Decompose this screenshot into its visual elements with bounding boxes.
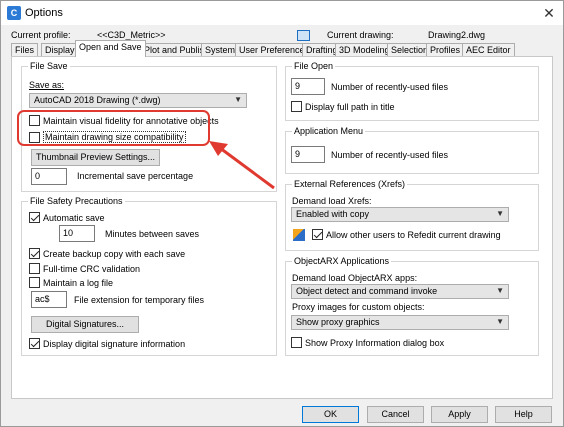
xrefs-legend: External References (Xrefs) — [294, 179, 406, 189]
current-profile-value: <<C3D_Metric>> — [97, 30, 166, 40]
ok-button[interactable]: OK — [302, 406, 359, 423]
proxy-images-dropdown[interactable]: Show proxy graphics ▼ — [291, 315, 509, 330]
close-icon[interactable]: ✕ — [539, 3, 559, 23]
backup-copy-checkbox[interactable]: Create backup copy with each save — [29, 248, 185, 259]
minutes-between-saves-label: Minutes between saves — [105, 229, 200, 239]
demand-load-arx-label: Demand load ObjectARX apps: — [292, 273, 418, 283]
temp-extension-input[interactable]: ac$ — [31, 291, 67, 308]
incremental-save-label: Incremental save percentage — [77, 171, 194, 181]
annotation-arrow — [209, 141, 275, 190]
demand-load-arx-dropdown[interactable]: Object detect and command invoke ▼ — [291, 284, 509, 299]
save-as-value: AutoCAD 2018 Drawing (*.dwg) — [34, 95, 161, 105]
tab-system[interactable]: System — [201, 43, 240, 57]
automatic-save-label: Automatic save — [43, 212, 105, 223]
checkbox-box — [29, 277, 40, 288]
current-drawing-label: Current drawing: — [327, 30, 394, 40]
digital-signatures-button[interactable]: Digital Signatures... — [31, 316, 139, 333]
display-full-path-checkbox[interactable]: Display full path in title — [291, 101, 395, 112]
checkbox-box — [29, 212, 40, 223]
chevron-down-icon: ▼ — [496, 286, 504, 295]
proxy-images-value: Show proxy graphics — [296, 317, 380, 327]
demand-load-xrefs-value: Enabled with copy — [296, 209, 370, 219]
tab-files[interactable]: Files — [11, 43, 39, 57]
allow-refedit-checkbox[interactable]: Allow other users to Refedit current dra… — [312, 229, 501, 240]
checkbox-box — [29, 248, 40, 259]
incremental-save-input[interactable]: 0 — [31, 168, 67, 185]
file-save-legend: File Save — [30, 61, 68, 71]
chevron-down-icon: ▼ — [496, 209, 504, 218]
temp-extension-label: File extension for temporary files — [74, 295, 205, 305]
tab-display[interactable]: Display — [41, 43, 79, 57]
backup-copy-label: Create backup copy with each save — [43, 248, 186, 259]
log-file-checkbox[interactable]: Maintain a log file — [29, 277, 113, 288]
checkbox-box — [291, 101, 302, 112]
cancel-button[interactable]: Cancel — [367, 406, 424, 423]
proxy-images-label: Proxy images for custom objects: — [292, 302, 425, 312]
minutes-between-saves-input[interactable]: 10 — [59, 225, 95, 242]
allow-refedit-label: Allow other users to Refedit current dra… — [326, 229, 501, 240]
arrow-shaft — [219, 146, 275, 190]
arrow-head — [209, 141, 228, 156]
chevron-down-icon: ▼ — [496, 317, 504, 326]
crc-validation-label: Full-time CRC validation — [43, 263, 141, 274]
window-title: Options — [25, 7, 63, 19]
application-menu-legend: Application Menu — [294, 126, 364, 136]
app-menu-recent-input[interactable]: 9 — [291, 146, 325, 163]
demand-load-arx-value: Object detect and command invoke — [296, 286, 438, 296]
current-profile-label: Current profile: — [11, 30, 71, 40]
checkbox-box — [312, 229, 323, 240]
annotation-highlight-box — [17, 110, 210, 146]
refedit-icon — [293, 229, 305, 241]
show-proxy-dialog-checkbox[interactable]: Show Proxy Information dialog box — [291, 337, 444, 348]
objectarx-legend: ObjectARX Applications — [294, 256, 390, 266]
demand-load-xrefs-dropdown[interactable]: Enabled with copy ▼ — [291, 207, 509, 222]
tab-open-and-save[interactable]: Open and Save — [75, 40, 146, 57]
crc-validation-checkbox[interactable]: Full-time CRC validation — [29, 263, 140, 274]
display-digsig-checkbox[interactable]: Display digital signature information — [29, 338, 185, 349]
autocad-app-icon: C — [7, 6, 21, 20]
file-open-recent-label: Number of recently-used files — [331, 82, 449, 92]
file-safety-legend: File Safety Precautions — [30, 196, 123, 206]
checkbox-box — [29, 263, 40, 274]
thumbnail-preview-settings-button[interactable]: Thumbnail Preview Settings... — [31, 149, 160, 166]
log-file-label: Maintain a log file — [43, 277, 114, 288]
tab-aec-editor[interactable]: AEC Editor — [462, 43, 515, 57]
apply-button[interactable]: Apply — [431, 406, 488, 423]
demand-load-xrefs-label: Demand load Xrefs: — [292, 196, 372, 206]
tab-profiles[interactable]: Profiles — [426, 43, 465, 57]
show-proxy-dialog-label: Show Proxy Information dialog box — [305, 337, 445, 348]
save-as-label: Save as: — [29, 80, 65, 90]
file-open-legend: File Open — [294, 61, 334, 71]
app-menu-recent-label: Number of recently-used files — [331, 150, 449, 160]
current-drawing-value: Drawing2.dwg — [428, 30, 486, 40]
checkbox-box — [29, 338, 40, 349]
tab-3d-modeling[interactable]: 3D Modeling — [335, 43, 394, 57]
save-as-dropdown[interactable]: AutoCAD 2018 Drawing (*.dwg) ▼ — [29, 93, 247, 108]
file-open-recent-input[interactable]: 9 — [291, 78, 325, 95]
title-bar: C Options ✕ — [1, 1, 563, 25]
automatic-save-checkbox[interactable]: Automatic save — [29, 212, 105, 223]
chevron-down-icon: ▼ — [234, 95, 242, 104]
drawing-icon — [297, 30, 310, 41]
display-full-path-label: Display full path in title — [305, 101, 395, 112]
options-dialog: C Options ✕ Current profile: <<C3D_Metri… — [0, 0, 564, 427]
help-button[interactable]: Help — [495, 406, 552, 423]
display-digsig-label: Display digital signature information — [43, 338, 186, 349]
checkbox-box — [291, 337, 302, 348]
